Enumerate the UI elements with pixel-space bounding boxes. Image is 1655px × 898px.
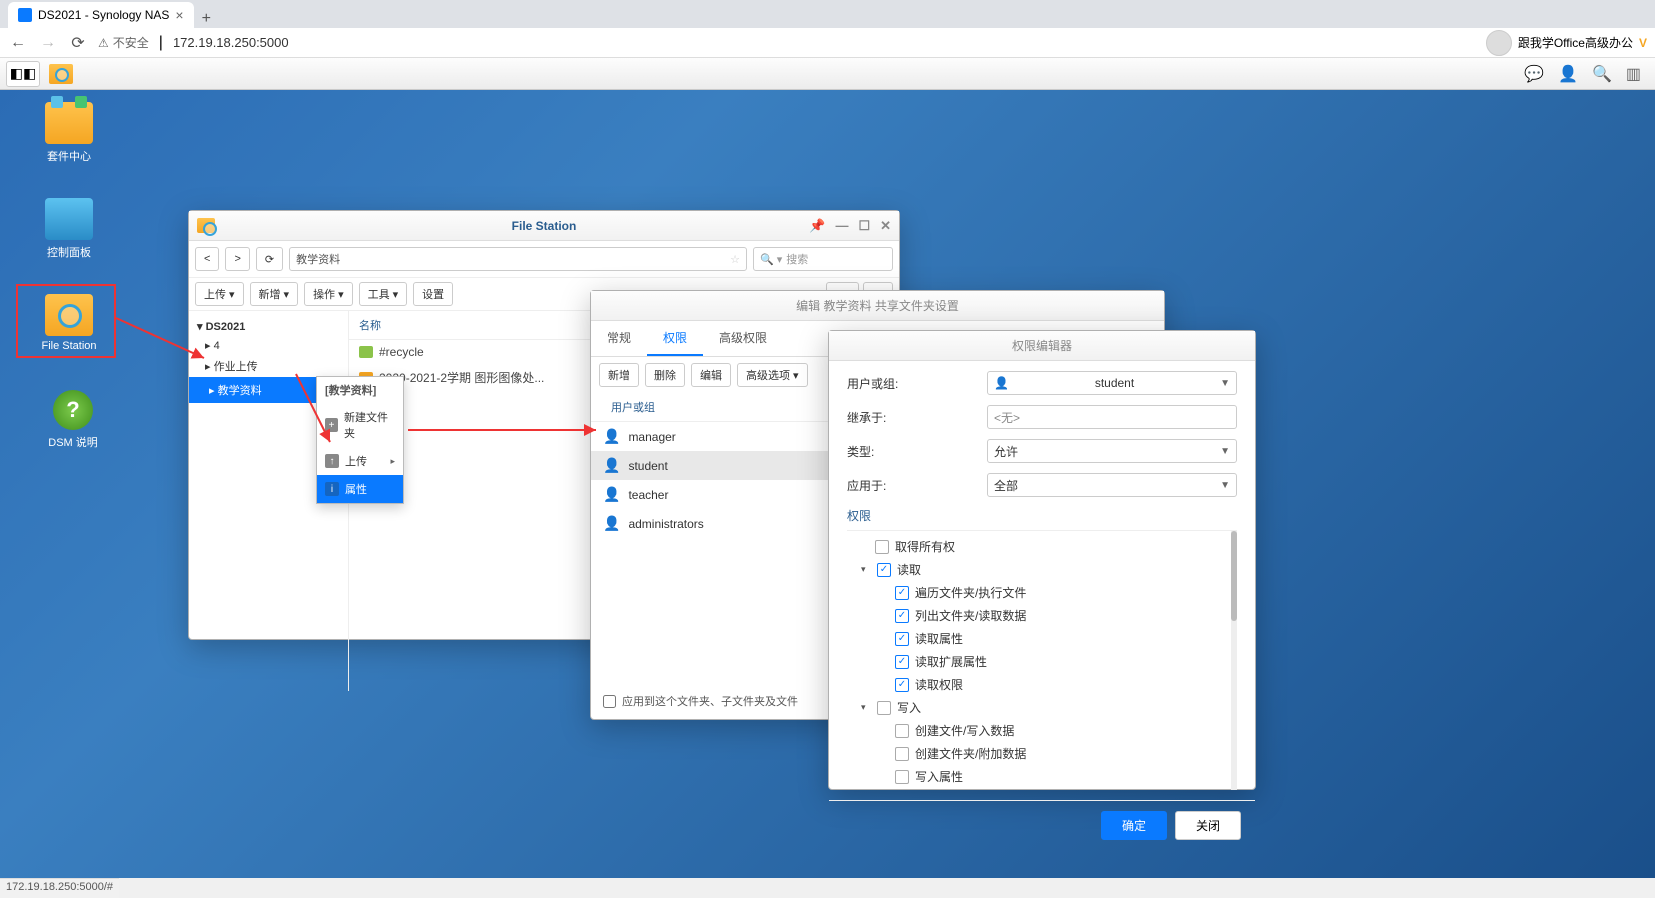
perm-delete-button[interactable]: 删除 <box>645 363 685 387</box>
tree-root[interactable]: ▾ DS2021 <box>189 317 348 336</box>
maximize-icon[interactable]: ☐ <box>858 218 870 234</box>
site-security[interactable]: ⚠ 不安全 <box>98 34 149 51</box>
perm-group-write[interactable]: ▾写入 <box>861 696 1237 719</box>
tab-close-icon[interactable]: × <box>175 7 183 23</box>
window-title: 权限编辑器 <box>829 337 1255 354</box>
tree-item[interactable]: ▸ 4 <box>189 336 348 355</box>
create-button[interactable]: 新增 ▾ <box>250 282 299 306</box>
user-icon[interactable]: 👤 <box>1558 64 1578 84</box>
ctx-new-folder[interactable]: +新建文件夹 <box>317 403 403 447</box>
refresh-button[interactable]: ⟳ <box>256 247 283 271</box>
tab-general[interactable]: 常规 <box>591 321 647 356</box>
nav-back-button[interactable]: < <box>195 247 219 271</box>
browser-tab[interactable]: DS2021 - Synology NAS × <box>8 2 194 28</box>
folder-icon <box>197 218 215 233</box>
permission-editor-window: 权限编辑器 用户或组: 👤 student▼ 继承于: <无> 类型: 允许▼ … <box>828 330 1256 790</box>
tools-button[interactable]: 工具 ▾ <box>359 282 408 306</box>
avatar-icon <box>1486 30 1512 56</box>
window-title: File Station <box>189 219 899 233</box>
perm-check[interactable]: 写入属性 <box>861 765 1237 788</box>
type-select[interactable]: 允许▼ <box>987 439 1237 463</box>
ctx-upload[interactable]: ↑上传▸ <box>317 447 403 475</box>
window-title: 编辑 教学资料 共享文件夹设置 <box>591 297 1164 314</box>
perm-check[interactable]: 读取扩展属性 <box>861 650 1237 673</box>
pin-icon[interactable]: 📌 <box>809 218 825 234</box>
perm-section-label: 权限 <box>847 507 1237 524</box>
desktop-dsm-help[interactable]: ?DSM 说明 <box>38 390 108 450</box>
action-button[interactable]: 操作 ▾ <box>304 282 353 306</box>
ok-button[interactable]: 确定 <box>1101 811 1167 840</box>
permission-tree: 取得所有权 ▾读取 遍历文件夹/执行文件 列出文件夹/读取数据 读取属性 读取扩… <box>847 530 1237 790</box>
tab-permission[interactable]: 权限 <box>647 321 703 356</box>
tree-item[interactable]: ▸ 作业上传 <box>189 355 348 377</box>
nav-forward-button[interactable]: > <box>225 247 249 271</box>
tab-favicon <box>18 8 32 22</box>
perm-group-read[interactable]: ▾读取 <box>861 558 1237 581</box>
status-bar: 172.19.18.250:5000/# <box>0 878 119 898</box>
settings-button[interactable]: 设置 <box>413 282 453 306</box>
search-icon[interactable]: 🔍 <box>1592 64 1612 84</box>
minimize-icon[interactable]: — <box>835 218 848 234</box>
scrollbar[interactable] <box>1231 531 1237 790</box>
address-url[interactable]: 172.19.18.250:5000 <box>173 35 289 50</box>
perm-edit-button[interactable]: 编辑 <box>691 363 731 387</box>
back-button[interactable]: ← <box>8 34 28 52</box>
perm-check[interactable]: 创建文件/写入数据 <box>861 719 1237 742</box>
perm-create-button[interactable]: 新增 <box>599 363 639 387</box>
tab-advanced[interactable]: 高级权限 <box>703 321 783 356</box>
desktop-control-panel[interactable]: 控制面板 <box>34 198 104 260</box>
perm-check[interactable]: 遍历文件夹/执行文件 <box>861 581 1237 604</box>
context-menu: [教学资料] +新建文件夹 ↑上传▸ i属性 <box>316 376 404 504</box>
tab-title: DS2021 - Synology NAS <box>38 8 169 22</box>
perm-check[interactable]: 列出文件夹/读取数据 <box>861 604 1237 627</box>
main-menu-button[interactable]: ◧◧ <box>6 61 40 87</box>
search-input[interactable]: 🔍 ▾ 搜索 <box>753 247 893 271</box>
desktop-package-center[interactable]: 套件中心 <box>34 102 104 164</box>
perm-check[interactable]: 读取属性 <box>861 627 1237 650</box>
perm-check[interactable]: 读取权限 <box>861 673 1237 696</box>
perm-check[interactable]: 取得所有权 <box>861 535 1237 558</box>
chat-icon[interactable]: 💬 <box>1524 64 1544 84</box>
desktop-file-station[interactable]: File Station <box>34 294 104 352</box>
user-select[interactable]: 👤 student▼ <box>987 371 1237 395</box>
upload-button[interactable]: 上传 ▾ <box>195 282 244 306</box>
new-tab-button[interactable]: + <box>194 10 219 28</box>
perm-check[interactable]: 创建文件夹/附加数据 <box>861 742 1237 765</box>
ctx-title: [教学资料] <box>317 377 403 403</box>
apply-recursive-check[interactable]: 应用到这个文件夹、子文件夹及文件 <box>603 693 798 709</box>
close-button[interactable]: 关闭 <box>1175 811 1241 840</box>
widgets-icon[interactable]: ▥ <box>1626 64 1641 84</box>
ctx-properties[interactable]: i属性 <box>317 475 403 503</box>
browser-user-badge[interactable]: 跟我学Office高级办公 V <box>1486 30 1647 56</box>
reload-button[interactable]: ⟳ <box>68 33 88 53</box>
apply-select[interactable]: 全部▼ <box>987 473 1237 497</box>
forward-button: → <box>38 34 58 52</box>
taskbar-filestation[interactable] <box>44 61 78 87</box>
inherit-field: <无> <box>987 405 1237 429</box>
path-field[interactable]: 教学资料☆ <box>289 247 747 271</box>
close-icon[interactable]: ✕ <box>880 218 891 234</box>
perm-advanced-button[interactable]: 高级选项 ▾ <box>737 363 808 387</box>
dsm-taskbar: ◧◧ 💬 👤 🔍 ▥ <box>0 58 1655 90</box>
